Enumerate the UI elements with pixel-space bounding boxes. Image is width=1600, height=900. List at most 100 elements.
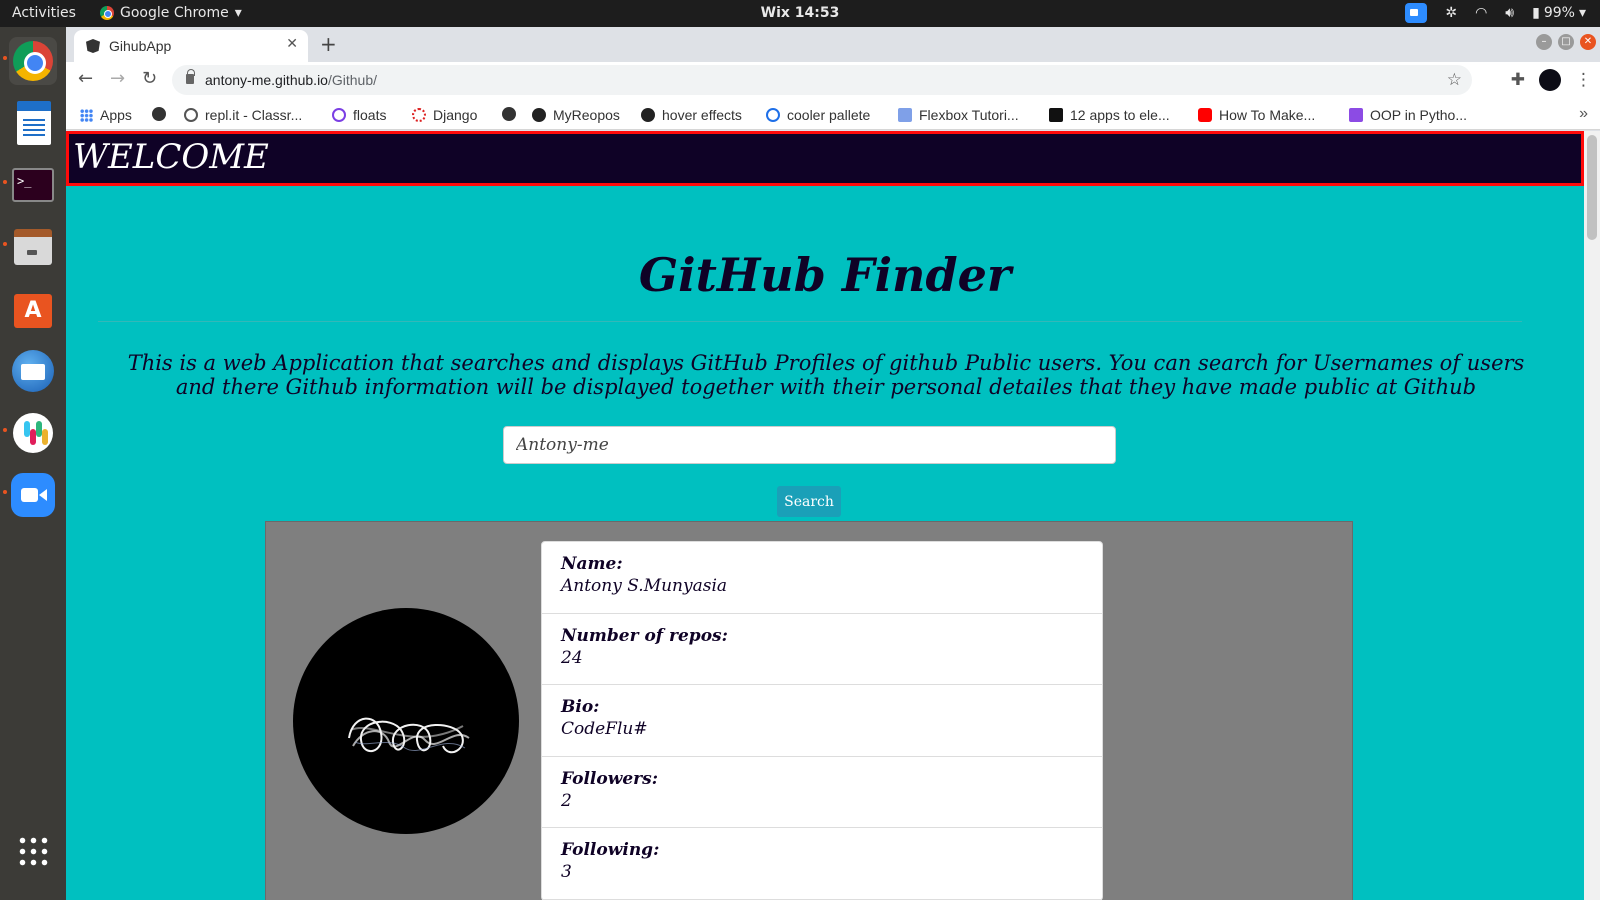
scrollbar-thumb[interactable]	[1587, 135, 1597, 240]
profile-field: Bio: CodeFlu#	[542, 685, 1102, 757]
bookmark-item[interactable]	[152, 107, 166, 121]
bookmark-star-icon[interactable]: ☆	[1447, 70, 1462, 90]
dock-terminal-icon[interactable]: >_	[9, 161, 57, 209]
dock-zoom-icon[interactable]	[9, 471, 57, 519]
address-bar[interactable]: antony-me.github.io/Github/ ☆	[172, 65, 1472, 95]
bookmark-label: hover effects	[662, 107, 742, 123]
clock[interactable]: Wix 14:53	[0, 5, 1600, 21]
close-window-button[interactable]: ✕	[1580, 34, 1596, 50]
system-menu-arrow-icon: ▾	[1578, 5, 1586, 21]
bookmark-item[interactable]: How To Make...	[1198, 107, 1315, 123]
bookmark-item[interactable]: cooler pallete	[766, 107, 870, 123]
back-button[interactable]: ←	[78, 68, 93, 89]
more-bookmarks-icon[interactable]: »	[1579, 105, 1588, 123]
bookmark-item[interactable]	[502, 107, 516, 121]
system-tray[interactable]: ✲ ◠ 🔊︎ ▮ 99% ▾	[1405, 3, 1586, 23]
light-painting-image	[348, 717, 470, 754]
bookmarks-bar: » Apps repl.it - Classr... floats Django MyR…	[66, 100, 1600, 130]
bookmark-label: OOP in Pytho...	[1370, 107, 1468, 123]
django-icon	[412, 108, 426, 122]
page-title: GitHub Finder	[638, 248, 1012, 302]
globe-icon	[152, 107, 166, 121]
bookmark-label: 12 apps to ele...	[1070, 107, 1170, 123]
battery-indicator[interactable]: ▮ 99% ▾	[1532, 5, 1586, 21]
bookmark-item[interactable]: Django	[412, 107, 477, 123]
globe-icon	[502, 107, 516, 121]
slack-logo	[13, 413, 53, 453]
angular-favicon-icon	[86, 39, 100, 53]
profile-field-label: Name:	[561, 554, 623, 574]
bookmark-item[interactable]: OOP in Pytho...	[1349, 107, 1467, 123]
profile-field-value: 3	[561, 862, 572, 882]
github-icon	[641, 108, 655, 122]
profile-field-label: Followers:	[561, 768, 658, 789]
divider	[98, 321, 1522, 322]
profile-avatar[interactable]	[1539, 69, 1561, 91]
dock-chrome-icon[interactable]	[9, 37, 57, 85]
bookmark-label: How To Make...	[1219, 107, 1316, 123]
bookmark-label: MyReopos	[553, 107, 620, 123]
profile-field-label: Bio:	[561, 697, 600, 717]
profile-field: Followers: 2	[542, 757, 1102, 828]
wifi-icon[interactable]: ◠	[1475, 5, 1487, 21]
zoom-camera-icon	[11, 473, 55, 517]
profile-card: Name: Antony S.Munyasia Number of repos: 24…	[265, 521, 1353, 900]
profile-field-label: Following:	[561, 840, 660, 860]
zoom-tray-icon[interactable]	[1405, 3, 1428, 23]
profile-field-value: CodeFlu#	[561, 719, 648, 739]
maximize-window-button[interactable]: □	[1558, 34, 1574, 50]
replit-icon	[184, 108, 198, 122]
dock-writer-icon[interactable]	[9, 99, 57, 147]
profile-field: Name: Antony S.Munyasia	[542, 542, 1102, 614]
reload-button[interactable]: ↻	[142, 68, 157, 89]
ubuntu-dock: >_ A	[0, 27, 66, 900]
bookmark-item[interactable]: Flexbox Tutori...	[898, 107, 1019, 123]
page-viewport: WELCOME GitHub Finder This is a web Appl…	[66, 131, 1600, 900]
bookmark-item[interactable]: hover effects	[641, 107, 742, 123]
bookmark-item[interactable]: 12 apps to ele...	[1049, 107, 1170, 123]
bookmark-item[interactable]: floats	[332, 107, 386, 123]
profile-info-list: Name: Antony S.Munyasia Number of repos: 24…	[541, 541, 1103, 900]
forward-button[interactable]: →	[110, 68, 125, 89]
profile-field-value: 24	[561, 647, 583, 668]
mail-icon	[12, 350, 54, 392]
page-scrollbar[interactable]	[1584, 131, 1600, 900]
dock-files-icon[interactable]	[9, 223, 57, 271]
volume-icon[interactable]: 🔊︎	[1505, 5, 1514, 21]
close-tab-icon[interactable]: ✕	[286, 36, 298, 52]
running-indicator	[3, 56, 7, 60]
running-indicator	[3, 242, 7, 246]
minimize-window-button[interactable]: –	[1536, 34, 1552, 50]
search-button[interactable]: Search	[777, 486, 841, 517]
document-icon	[17, 101, 51, 145]
floats-icon	[332, 108, 346, 122]
url-host: antony-me.github.io	[205, 72, 328, 88]
username-search-input[interactable]	[503, 426, 1116, 464]
bookmark-item[interactable]: Apps	[80, 107, 132, 123]
lock-icon[interactable]	[186, 69, 195, 84]
youtube-icon	[1198, 108, 1212, 122]
doc-icon	[1349, 108, 1363, 122]
show-applications-button[interactable]	[9, 827, 57, 875]
browser-toolbar: ← → ↻ antony-me.github.io/Github/ ☆ ✚ ⋮	[66, 62, 1600, 100]
bookmark-item[interactable]: repl.it - Classr...	[184, 107, 302, 123]
dock-thunderbird-icon[interactable]	[9, 347, 57, 395]
browser-tab[interactable]: GihubApp ✕	[74, 30, 308, 62]
dock-software-icon[interactable]: A	[9, 285, 57, 333]
battery-icon: ▮	[1532, 5, 1540, 21]
terminal-icon: >_	[12, 168, 54, 202]
app-grid-icon	[17, 835, 49, 867]
url-text[interactable]: antony-me.github.io/Github/	[205, 72, 377, 88]
bookmark-item[interactable]: MyReopos	[532, 107, 620, 123]
system-top-bar: Activities Google Chrome ▾ Wix 14:53 ✲ ◠…	[0, 0, 1600, 27]
apps-grid-icon	[80, 108, 93, 122]
coolors-icon	[766, 108, 780, 122]
dock-slack-icon[interactable]	[9, 409, 57, 457]
extensions-icon[interactable]: ✚	[1511, 70, 1525, 90]
new-tab-button[interactable]: +	[320, 32, 337, 56]
slack-tray-icon[interactable]: ✲	[1445, 5, 1457, 21]
running-indicator	[3, 428, 7, 432]
chrome-menu-icon[interactable]: ⋮	[1575, 70, 1592, 90]
bookmark-label: Flexbox Tutori...	[919, 107, 1019, 123]
page-description: This is a web Application that searches …	[127, 351, 1525, 399]
